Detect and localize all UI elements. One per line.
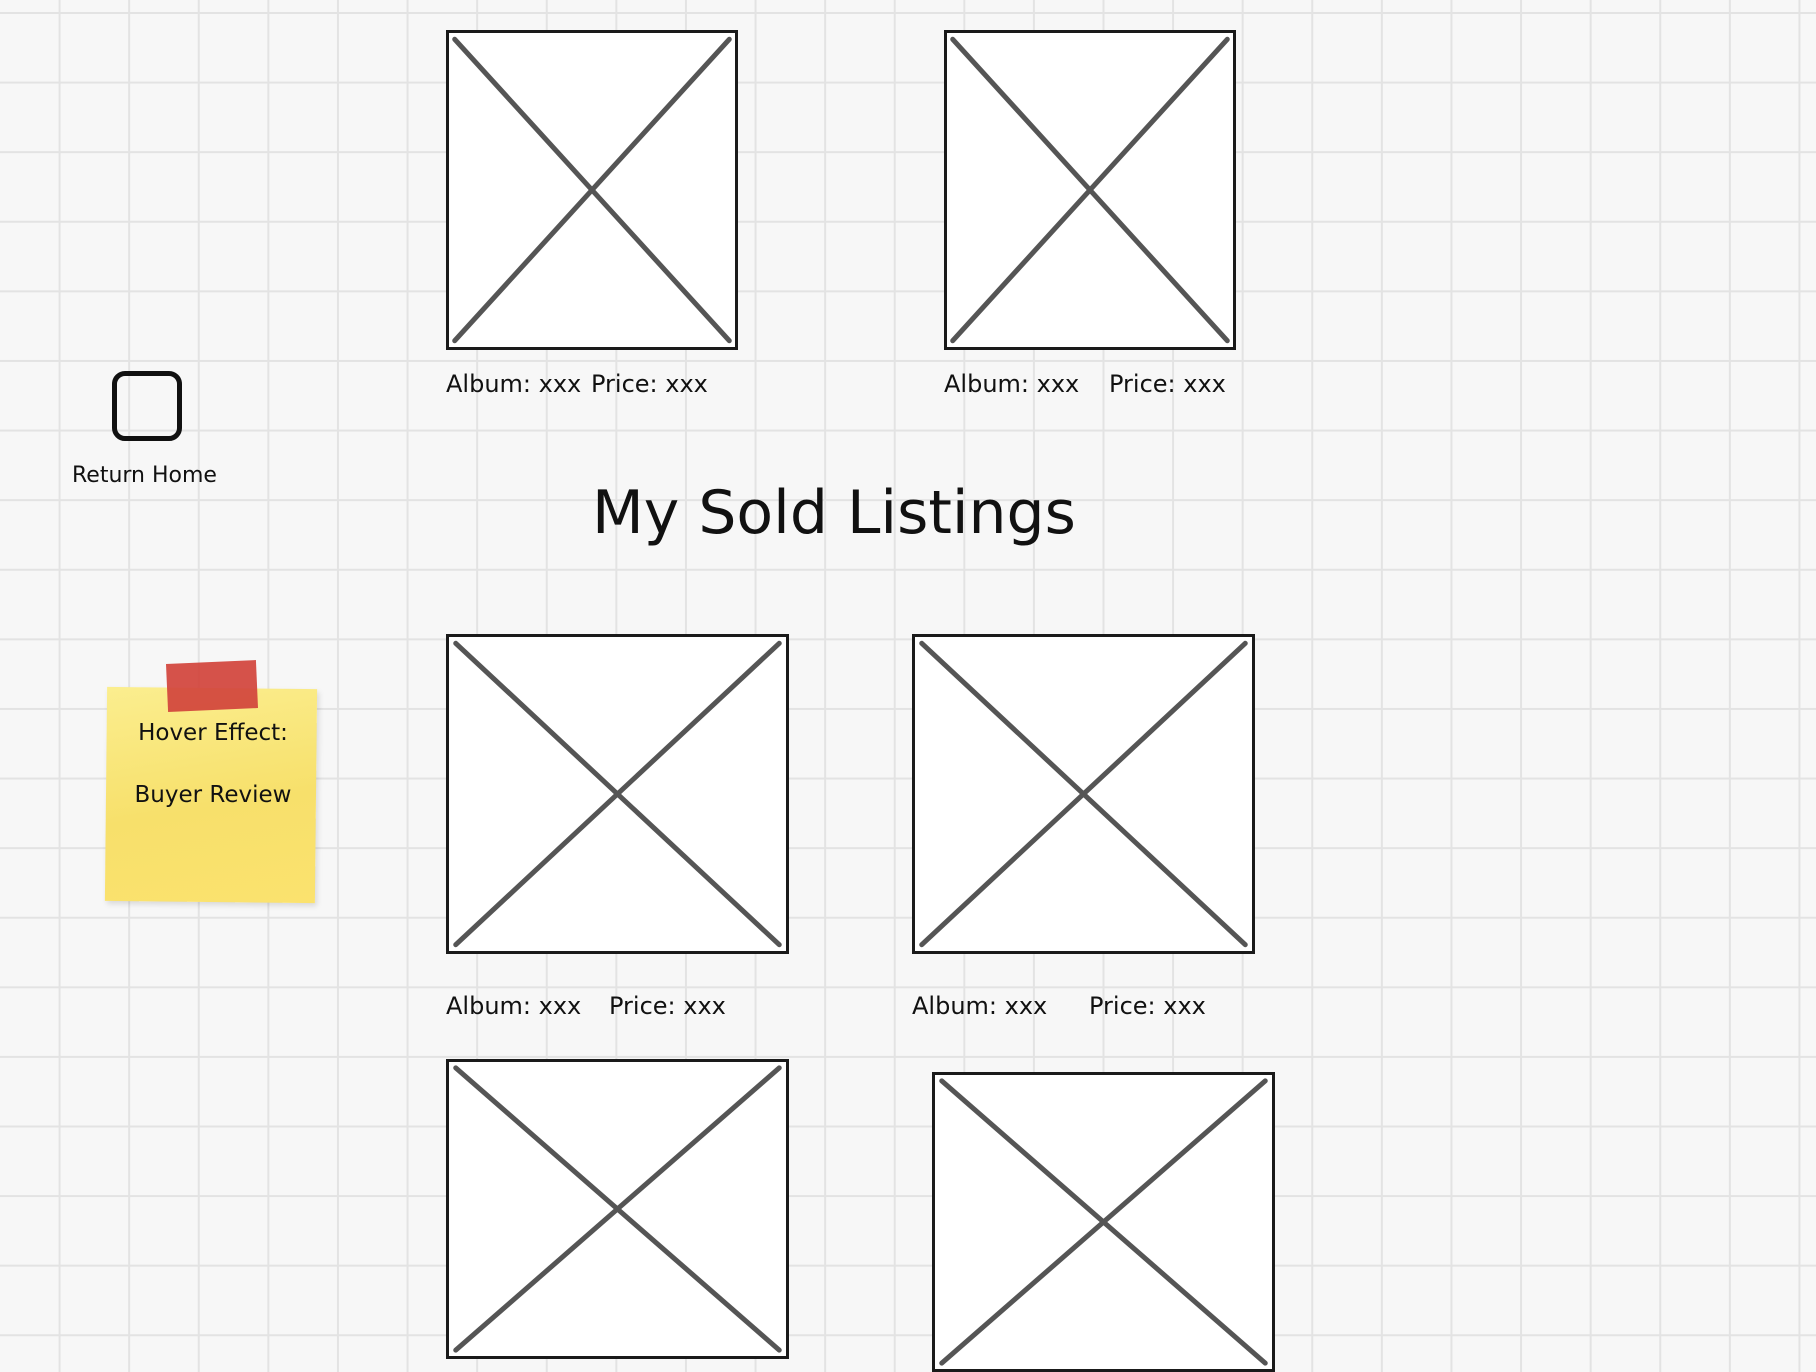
price-label: Price: xxx [609,992,726,1020]
sold-listing-image-placeholder[interactable] [912,634,1255,954]
sold-listing-image-placeholder[interactable] [932,1072,1275,1372]
page-title: My Sold Listings [592,478,1076,548]
album-label: Album: xxx [446,370,582,398]
price-label: Price: xxx [1109,370,1226,398]
sticky-note-line-2: Buyer Review [134,782,292,808]
image-placeholder-icon [449,33,735,347]
tape-icon [165,660,259,712]
return-home-button[interactable] [112,371,182,441]
sold-listing-image-placeholder[interactable] [446,1059,789,1359]
image-placeholder-icon [449,1062,786,1356]
album-label: Album: xxx [944,370,1080,398]
image-placeholder-icon [935,1075,1272,1369]
sticky-note-line-1: Hover Effect: [138,720,288,746]
price-label: Price: xxx [1089,992,1206,1020]
image-placeholder-icon [915,637,1252,951]
image-placeholder-icon [947,33,1233,347]
listing-image-placeholder[interactable] [944,30,1236,350]
return-home-label: Return Home [72,463,217,488]
sold-listing-image-placeholder[interactable] [446,634,789,954]
album-label: Album: xxx [912,992,1048,1020]
listing-image-placeholder[interactable] [446,30,738,350]
price-label: Price: xxx [591,370,708,398]
album-label: Album: xxx [446,992,582,1020]
image-placeholder-icon [449,637,786,951]
